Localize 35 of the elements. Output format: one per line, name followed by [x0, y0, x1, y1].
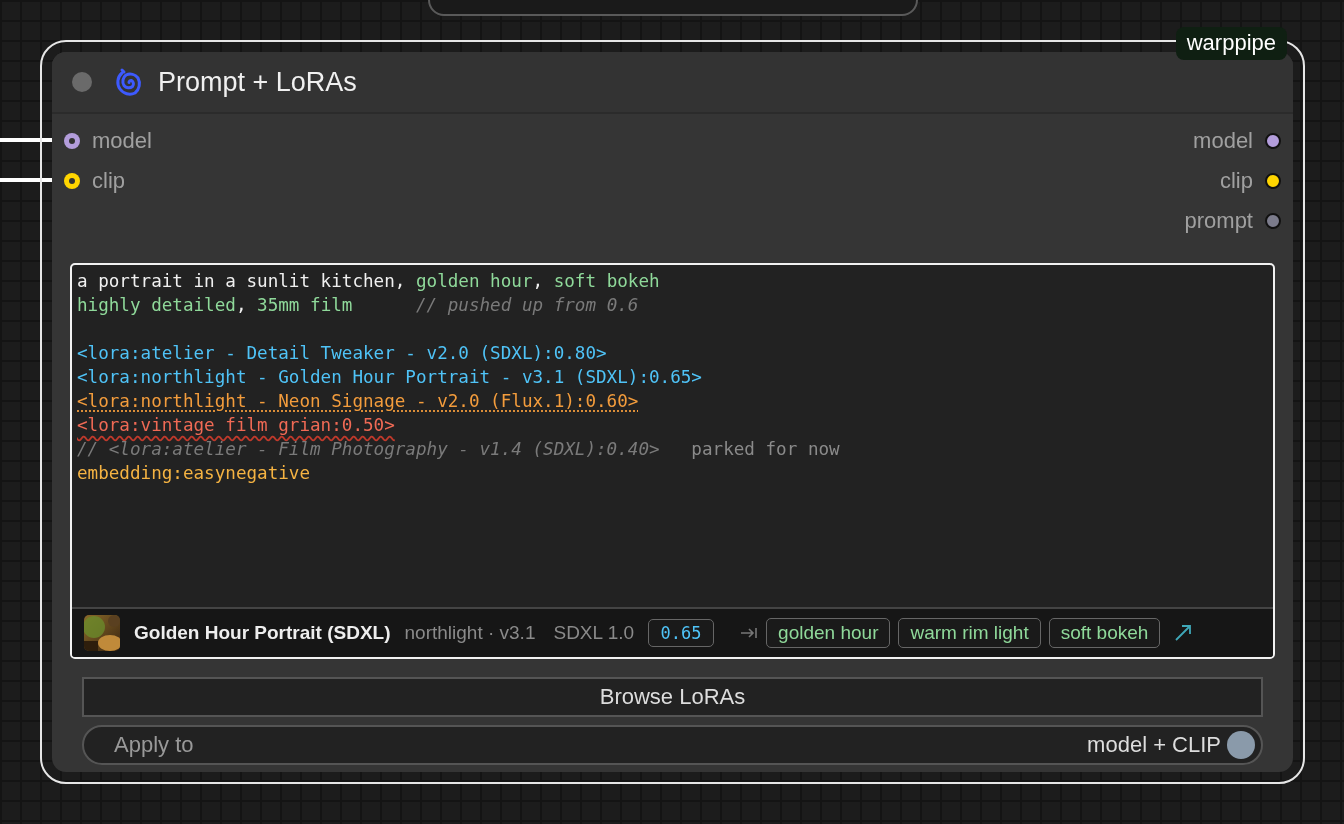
lora-author-version: northlight · v3.1: [404, 622, 536, 644]
external-link-icon[interactable]: [1174, 624, 1193, 642]
apply-to-toggle[interactable]: Apply to model + CLIP: [82, 725, 1263, 765]
output-port-icon[interactable]: [1265, 173, 1281, 189]
browse-loras-button[interactable]: Browse LoRAs: [82, 677, 1263, 717]
prompt-line: <lora:northlight - Neon Signage - v2.0 (Flux.1):0.60>: [77, 390, 640, 413]
prompt-line: a portrait in a sunlit kitchen, golden hour, soft bokeh: [77, 270, 661, 293]
input-port-icon[interactable]: [64, 173, 80, 189]
base-model-label: SDXL 1.0: [553, 622, 635, 644]
trigger-word-chip[interactable]: warm rim light: [898, 618, 1041, 648]
toggle-label: Apply to: [114, 732, 195, 758]
prompt-line: <lora:vintage film grian:0.50>: [77, 414, 396, 437]
spiral-icon: [114, 67, 144, 97]
toggle-value: model + CLIP: [1087, 732, 1221, 758]
port-label: clip: [92, 168, 125, 194]
status-dot-icon[interactable]: [72, 72, 92, 92]
group-badge: warppipe: [1175, 27, 1287, 60]
toggle-knob[interactable]: [1227, 731, 1255, 759]
prompt-line: embedding:easynegative: [77, 462, 312, 485]
port-label: model: [92, 128, 152, 154]
port-label: clip: [1220, 168, 1253, 194]
trigger-word-chip[interactable]: golden hour: [766, 618, 891, 648]
port-label: prompt: [1184, 208, 1253, 234]
trigger-word-chip[interactable]: soft bokeh: [1048, 618, 1161, 648]
insert-arrow-icon[interactable]: [740, 626, 759, 640]
node-title: Prompt + LoRAs: [158, 66, 357, 98]
input-port-icon[interactable]: [64, 133, 80, 149]
prompt-line: // <lora:atelier - Film Photography - v1.4 (SDXL):0.40> parked for now: [77, 438, 841, 461]
prompt-line: <lora:atelier - Detail Tweaker - v2.0 (SDXL):0.80>: [77, 342, 608, 365]
prompt-line: <lora:northlight - Golden Hour Portrait - v3.1 (SDXL):0.65>: [77, 366, 703, 389]
weight-field[interactable]: 0.65: [648, 619, 715, 647]
prompt-line: highly detailed, 35mm film // pushed up from 0.6: [77, 294, 640, 317]
port-label: model: [1193, 128, 1253, 154]
output-port-icon[interactable]: [1265, 133, 1281, 149]
lora-title: Golden Hour Portrait (SDXL): [134, 622, 391, 644]
